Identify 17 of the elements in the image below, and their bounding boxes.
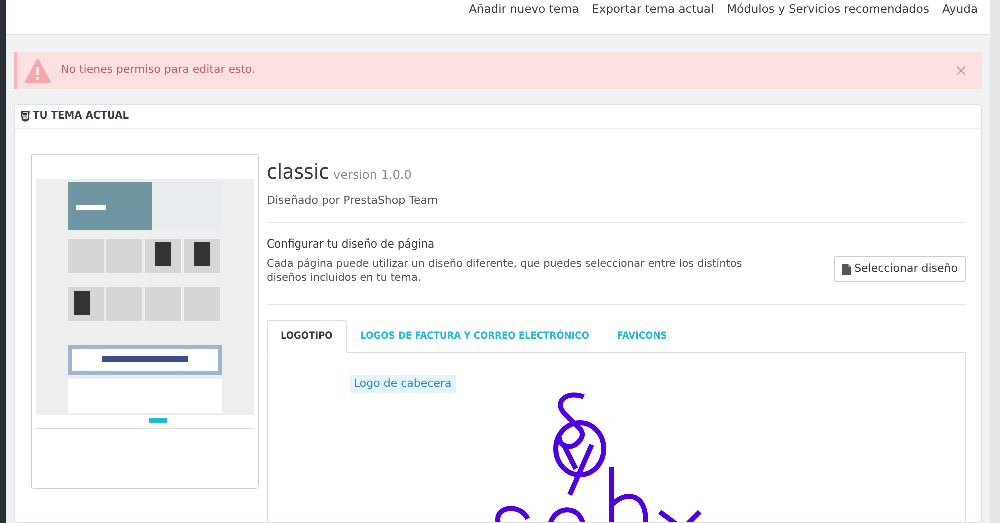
header-link[interactable]: Exportar tema actual [592, 1, 714, 18]
panel-title: TU TEMA ACTUAL [33, 108, 130, 124]
header-link[interactable]: Ayuda [942, 1, 978, 18]
alert-message: No tienes permiso para editar esto. [61, 62, 257, 78]
section-description: Cada página puede utilizar un diseño diferente, que puedes seleccionar entre los distintos diseños incluidos en tu tema. [267, 256, 744, 286]
document-icon [842, 264, 851, 275]
header-link[interactable]: Módulos y Servicios recomendados [727, 1, 930, 18]
warning-icon [25, 58, 51, 82]
header-logo-label: Logo de cabecera [350, 374, 456, 394]
html5-icon [21, 111, 30, 122]
section-title: Configurar tu diseño de página [267, 236, 436, 252]
theme-version: version 1.0.0 [334, 167, 412, 184]
theme-author: Diseñado por PrestaShop Team [267, 193, 440, 209]
theme-name: classic [267, 162, 330, 183]
select-layout-button[interactable]: Seleccionar diseño [834, 256, 966, 282]
header-link[interactable]: Añadir nuevo tema [469, 1, 580, 18]
tab[interactable]: LOGOTIPO [267, 320, 347, 353]
